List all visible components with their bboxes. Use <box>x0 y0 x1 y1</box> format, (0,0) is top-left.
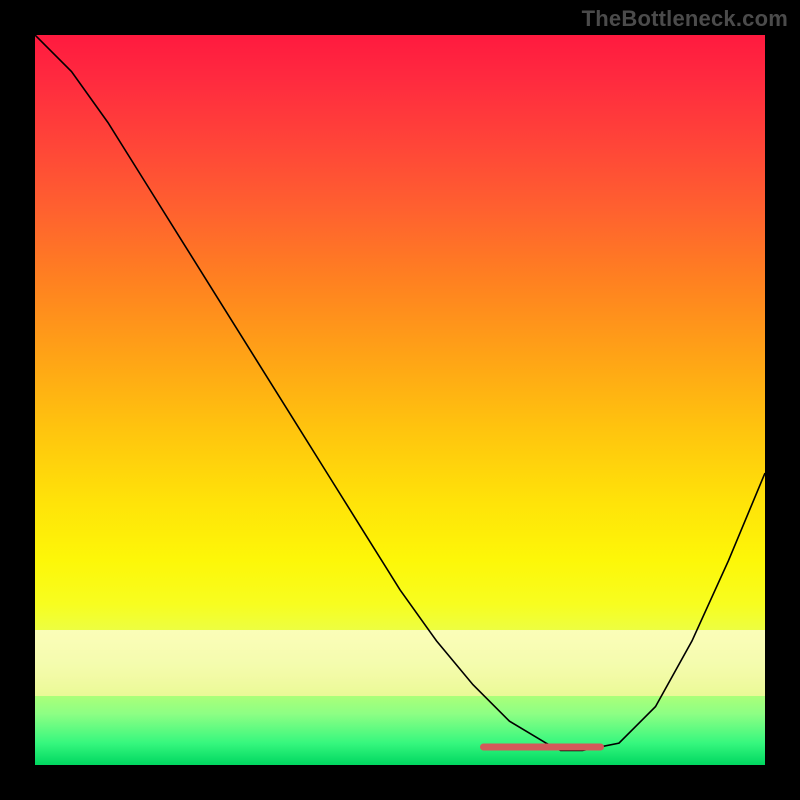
watermark-text: TheBottleneck.com <box>582 6 788 32</box>
chart-frame: TheBottleneck.com <box>0 0 800 800</box>
curve-svg <box>35 35 765 765</box>
curve-path <box>35 35 765 750</box>
trough-highlight <box>480 743 604 750</box>
plot-area <box>35 35 765 765</box>
